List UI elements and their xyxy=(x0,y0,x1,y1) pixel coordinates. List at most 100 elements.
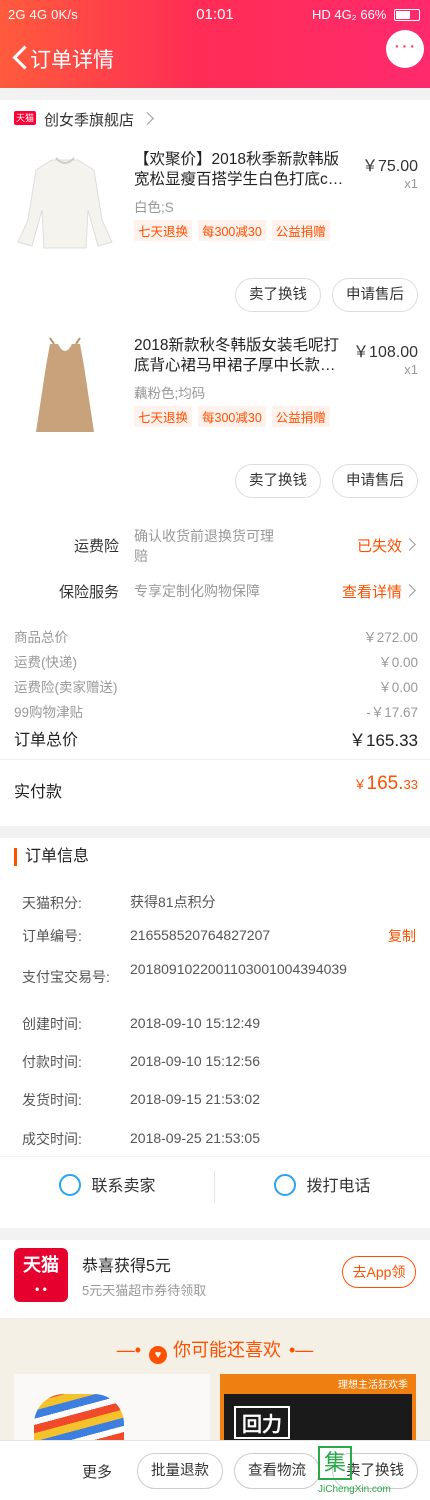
tmall-badge-icon: 天猫 xyxy=(14,111,36,125)
tag-discount: 每300减30 xyxy=(198,220,266,241)
page-title: 订单详情 xyxy=(30,49,114,72)
more-options-icon[interactable]: ··· xyxy=(386,30,424,68)
product-title[interactable]: 【欢聚价】2018秋季新款韩版宽松显瘦百搭学生白色打底c… xyxy=(134,150,349,190)
recommend-heading: —• ♥ 你可能还喜欢 •— xyxy=(0,1336,430,1364)
battery-percent: HD 4G₂ 66% xyxy=(311,7,387,22)
chevron-right-icon xyxy=(141,112,154,125)
price-summary: 商品总价 ￥272.00 运费(快递) ￥0.00 运费险(卖家赠送) ￥0.0… xyxy=(0,618,430,826)
product-price: ￥75.00 xyxy=(361,158,418,175)
summary-row: 运费(快递) ￥0.00 xyxy=(14,651,418,671)
product-title[interactable]: 2018新款秋冬韩版女装毛呢打底背心裙马甲裙子厚中长款… xyxy=(134,336,349,376)
tmall-logo-icon: 天猫 • • xyxy=(14,1248,68,1302)
product-list: 【欢聚价】2018秋季新款韩版宽松显瘦百搭学生白色打底c… ￥75.00 x1 … xyxy=(0,138,430,514)
coupon-banner[interactable]: 天猫 • • 恭喜获得5元 5元天猫超市券待领取 去App领 xyxy=(0,1240,430,1318)
system-status: HD 4G₂ 66% xyxy=(312,7,420,22)
summary-value: ￥272.00 xyxy=(363,630,418,645)
product-image-khaki-dress xyxy=(14,336,116,438)
batch-refund-button[interactable]: 批量退款 xyxy=(137,1453,223,1489)
info-value: 2018-09-25 21:53:05 xyxy=(130,1130,260,1146)
summary-row: 99购物津贴 -￥17.67 xyxy=(14,701,418,721)
tmall-logo-text: 天猫 xyxy=(23,1255,59,1275)
info-value: 2018-09-10 15:12:56 xyxy=(130,1053,260,1069)
recommend-title: 你可能还喜欢 xyxy=(173,1340,281,1360)
contact-seller-button[interactable]: 联系卖家 xyxy=(0,1157,215,1217)
summary-label: 商品总价 xyxy=(14,630,68,645)
more-button[interactable]: 更多 xyxy=(82,1461,112,1482)
tag-charity: 公益捐赠 xyxy=(271,406,330,427)
summary-value: ￥0.00 xyxy=(378,655,418,670)
info-value: 2018091022001103001004394039 xyxy=(130,961,347,977)
paid-integer: 165. xyxy=(366,773,404,794)
tag-return: 七天退换 xyxy=(134,406,193,427)
header-bar: 2G 4G 0K/s 01:01 HD 4G₂ 66% 订单详情 ··· xyxy=(0,0,430,88)
info-value: 2018-09-15 21:53:02 xyxy=(130,1091,260,1107)
insurance-desc: 专享定制化购物保障 xyxy=(134,583,260,599)
info-key: 支付宝交易号: xyxy=(22,969,110,985)
insurance-link: 查看详情 xyxy=(341,584,402,601)
chat-smile-icon xyxy=(59,1174,82,1196)
heart-icon: ♥ xyxy=(149,1346,167,1364)
battery-icon xyxy=(394,9,420,21)
recommend-section: —• ♥ 你可能还喜欢 •— 理想主活狂欢季 回力 xyxy=(0,1318,430,1458)
watermark-url: JiChengXin.com xyxy=(318,1484,391,1495)
shop-name: 创女季旗舰店 xyxy=(44,112,135,129)
service-tags: 七天退换 每300减30 公益捐赠 xyxy=(134,220,336,241)
order-total-row: 订单总价 ￥165.33 xyxy=(14,726,418,750)
tag-return: 七天退换 xyxy=(134,220,193,241)
product-image-white-top xyxy=(14,150,116,252)
after-sales-button[interactable]: 申请售后 xyxy=(332,464,418,498)
product-price: ￥108.00 xyxy=(353,344,418,361)
insurance-status: 已失效 xyxy=(356,538,402,555)
after-sales-button[interactable]: 申请售后 xyxy=(332,278,418,312)
order-info: 订单信息 天猫积分: 获得81点积分 订单编号: 216558520764827… xyxy=(0,838,430,1228)
phone-icon xyxy=(274,1174,297,1196)
order-total-label: 订单总价 xyxy=(14,732,79,749)
product-spec: 藕粉色;均码 xyxy=(134,386,206,401)
insurance-desc: 确认收货前退换货可理赔 xyxy=(134,528,274,564)
paid-label: 实付款 xyxy=(14,784,63,801)
info-key: 天猫积分: xyxy=(22,895,82,911)
chevron-right-icon xyxy=(403,584,416,597)
watermark-logo: 集 JiChengXin.com xyxy=(312,1444,430,1500)
call-phone-label: 拨打电话 xyxy=(306,1178,371,1195)
summary-value: ￥0.00 xyxy=(378,680,418,695)
tag-discount: 每300减30 xyxy=(198,406,266,427)
product-spec: 白色;S xyxy=(134,200,174,215)
product-qty: x1 xyxy=(404,362,418,377)
paid-amount: ￥165.33 xyxy=(354,773,418,795)
summary-label: 运费(快递) xyxy=(14,655,77,670)
paid-decimal: 33 xyxy=(403,777,418,792)
currency-symbol: ￥ xyxy=(353,777,367,792)
summary-value: -￥17.67 xyxy=(366,705,418,720)
view-logistics-button[interactable]: 查看物流 xyxy=(234,1453,320,1489)
summary-row: 运费险(卖家赠送) ￥0.00 xyxy=(14,676,418,696)
summary-label: 运费险(卖家赠送) xyxy=(14,680,118,695)
insurance-label: 运费险 xyxy=(73,538,119,555)
contact-seller-label: 联系卖家 xyxy=(91,1178,156,1195)
product-item[interactable]: 2018新款秋冬韩版女装毛呢打底背心裙马甲裙子厚中长款… ￥108.00 x1 … xyxy=(0,336,430,506)
copy-button[interactable]: 复制 xyxy=(388,926,416,946)
contact-bar: 联系卖家 拨打电话 xyxy=(0,1156,430,1216)
shop-row[interactable]: 天猫 创女季旗舰店 xyxy=(0,100,430,138)
info-key: 付款时间: xyxy=(22,1054,82,1070)
insurance-section: 运费险 确认收货前退换货可理赔 已失效 保险服务 专享定制化购物保障 查看详情 xyxy=(0,514,430,626)
call-phone-button[interactable]: 拨打电话 xyxy=(215,1157,430,1217)
section-heading: 订单信息 xyxy=(14,848,89,866)
order-number: 216558520764827207 xyxy=(130,927,271,943)
info-value: 2018-09-10 15:12:49 xyxy=(130,1015,260,1031)
insurance-label: 保险服务 xyxy=(58,584,119,601)
info-key: 成交时间: xyxy=(22,1131,82,1147)
product-item[interactable]: 【欢聚价】2018秋季新款韩版宽松显瘦百搭学生白色打底c… ￥75.00 x1 … xyxy=(0,150,430,334)
service-tags: 七天退换 每300减30 公益捐赠 xyxy=(134,406,336,427)
coupon-title: 恭喜获得5元 xyxy=(82,1258,171,1275)
info-key: 发货时间: xyxy=(22,1092,82,1108)
brand-logo: 回力 xyxy=(234,1406,290,1439)
sell-button[interactable]: 卖了换钱 xyxy=(235,464,321,498)
sell-button[interactable]: 卖了换钱 xyxy=(235,278,321,312)
coupon-subtitle: 5元天猫超市券待领取 xyxy=(82,1283,207,1298)
product-qty: x1 xyxy=(404,176,418,191)
open-app-button[interactable]: 去App领 xyxy=(342,1256,416,1288)
promo-slogan: 理想主活狂欢季 xyxy=(338,1380,408,1391)
watermark-mark: 集 xyxy=(318,1446,352,1480)
chevron-right-icon xyxy=(403,538,416,551)
